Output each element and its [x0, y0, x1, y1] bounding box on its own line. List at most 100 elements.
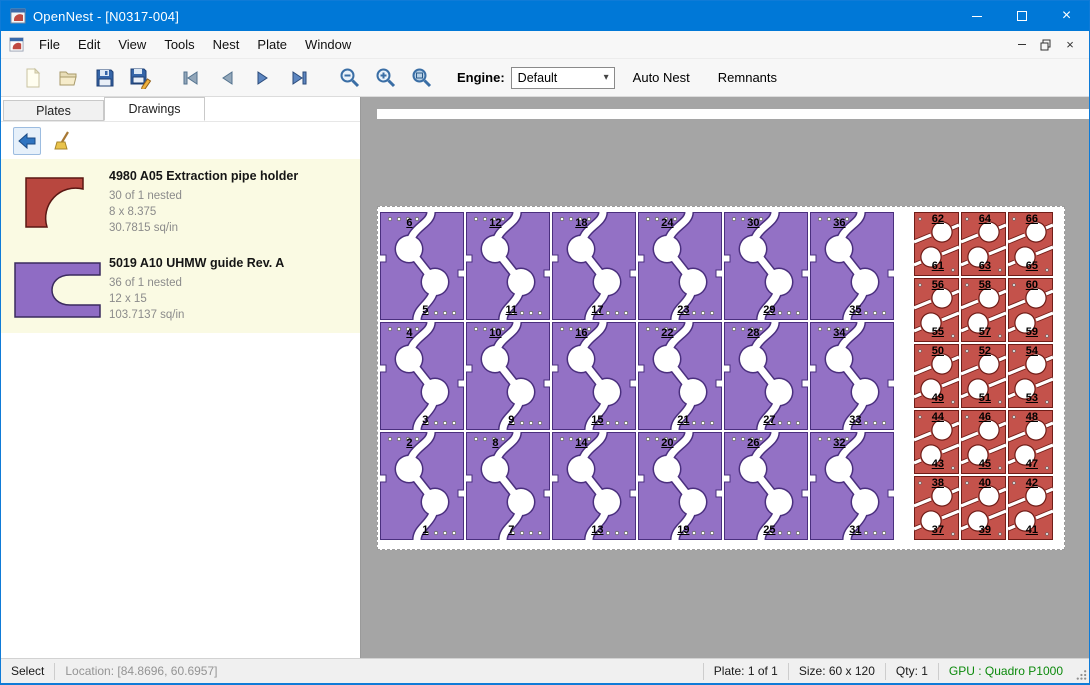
red-part-pair[interactable]: 6463 — [961, 212, 1006, 276]
nest-canvas[interactable]: 65 1211 1817 2423 3029 3635 43 109 1615 … — [361, 97, 1089, 658]
zoom-in-button[interactable] — [367, 62, 403, 94]
part-number: 50 — [932, 346, 944, 357]
resize-grip[interactable] — [1073, 659, 1089, 683]
purple-part-pair[interactable]: 43 — [380, 322, 464, 430]
red-part-pair[interactable]: 40 39 — [961, 476, 1006, 540]
remnants-button[interactable]: Remnants — [708, 64, 787, 91]
purple-part-pair[interactable]: 1211 — [466, 212, 550, 320]
red-part-pair[interactable]: 5049 — [914, 344, 959, 408]
drawing-list-item[interactable]: 4980 A05 Extraction pipe holder 30 of 1 … — [1, 159, 360, 246]
part-number: 12 — [489, 218, 501, 229]
part-number: 29 — [763, 305, 775, 316]
next-plate-button[interactable] — [245, 62, 281, 94]
part-number: 8 — [492, 438, 498, 449]
close-button[interactable]: × — [1044, 1, 1089, 31]
save-button[interactable] — [87, 62, 123, 94]
part-number: 40 — [979, 478, 991, 489]
last-plate-button[interactable] — [281, 62, 317, 94]
zoom-fit-button[interactable] — [403, 62, 439, 94]
menubar: File Edit View Tools Nest Plate Window × — [1, 31, 1089, 59]
tab-plates[interactable]: Plates — [3, 100, 104, 121]
purple-part-pair[interactable]: 2423 — [638, 212, 722, 320]
purple-part-pair[interactable]: 87 — [466, 432, 550, 540]
red-part-pair[interactable]: 5251 — [961, 344, 1006, 408]
red-part-pair[interactable]: 6665 — [1008, 212, 1053, 276]
open-button[interactable] — [51, 62, 87, 94]
purple-part-pair[interactable]: 3635 — [810, 212, 894, 320]
red-part-pair[interactable]: 5655 — [914, 278, 959, 342]
part-number: 39 — [979, 525, 991, 536]
drawing-area: 30.7815 sq/in — [109, 220, 298, 236]
purple-part-pair[interactable]: 1615 — [552, 322, 636, 430]
mdi-window-controls: × — [1011, 35, 1089, 55]
red-part-pair[interactable]: 6261 — [914, 212, 959, 276]
zoom-out-button[interactable] — [331, 62, 367, 94]
part-number: 26 — [747, 438, 759, 449]
menu-nest[interactable]: Nest — [204, 32, 249, 57]
red-part-pair[interactable]: 5857 — [961, 278, 1006, 342]
maximize-button[interactable] — [999, 1, 1044, 31]
mdi-close-button[interactable]: × — [1059, 35, 1081, 55]
part-number: 9 — [508, 415, 514, 426]
menu-window[interactable]: Window — [296, 32, 360, 57]
restore-icon — [1040, 39, 1052, 51]
status-qty: Qty: 1 — [886, 664, 938, 678]
purple-part-pair[interactable]: 3433 — [810, 322, 894, 430]
part-number: 44 — [932, 412, 944, 423]
menu-view[interactable]: View — [109, 32, 155, 57]
purple-part-pair[interactable]: 3029 — [724, 212, 808, 320]
part-number: 23 — [677, 305, 689, 316]
purple-part-pair[interactable]: 2221 — [638, 322, 722, 430]
new-button[interactable] — [15, 62, 51, 94]
mdi-minimize-button[interactable] — [1011, 35, 1033, 55]
clear-drawings-button[interactable] — [49, 127, 77, 155]
menu-tools[interactable]: Tools — [155, 32, 203, 57]
drawing-list-item[interactable]: 5019 A10 UHMW guide Rev. A 36 of 1 neste… — [1, 246, 360, 333]
red-part-pair[interactable]: 4241 — [1008, 476, 1053, 540]
tab-drawings[interactable]: Drawings — [104, 97, 205, 121]
menu-file[interactable]: File — [30, 32, 69, 57]
drawing-title: 4980 A05 Extraction pipe holder — [109, 169, 298, 183]
part-thumbnail — [7, 252, 109, 327]
drawings-list: 4980 A05 Extraction pipe holder 30 of 1 … — [1, 159, 360, 658]
menu-plate[interactable]: Plate — [248, 32, 296, 57]
menu-edit[interactable]: Edit — [69, 32, 109, 57]
red-part-pair[interactable]: 5453 — [1008, 344, 1053, 408]
red-part-pair[interactable]: 4645 — [961, 410, 1006, 474]
first-plate-button[interactable] — [173, 62, 209, 94]
red-part-pair[interactable]: 4847 — [1008, 410, 1053, 474]
part-number: 48 — [1026, 412, 1038, 423]
part-number: 13 — [591, 525, 603, 536]
part-number: 17 — [591, 305, 603, 316]
minimize-button[interactable] — [954, 1, 999, 31]
save-as-button[interactable] — [123, 62, 159, 94]
purple-part-pair[interactable]: 65 — [380, 212, 464, 320]
engine-select[interactable]: Default ▾ — [511, 67, 615, 89]
page-edge — [377, 109, 1089, 119]
purple-part-pair[interactable]: 3231 — [810, 432, 894, 540]
purple-part-pair[interactable]: 21 — [380, 432, 464, 540]
purple-part-pair[interactable]: 109 — [466, 322, 550, 430]
part-number: 19 — [677, 525, 689, 536]
purple-part-pair[interactable]: 26 25 — [724, 432, 808, 540]
part-number: 65 — [1026, 261, 1038, 272]
plate[interactable]: 65 1211 1817 2423 3029 3635 43 109 1615 … — [377, 206, 1065, 550]
zoom-out-icon — [338, 66, 361, 89]
part-number: 4 — [406, 328, 412, 339]
previous-plate-button[interactable] — [209, 62, 245, 94]
import-drawing-button[interactable] — [13, 127, 41, 155]
red-part-pair[interactable]: 6059 — [1008, 278, 1053, 342]
part-number: 56 — [932, 280, 944, 291]
purple-part-pair[interactable]: 2019 — [638, 432, 722, 540]
purple-part-pair[interactable]: 2827 — [724, 322, 808, 430]
red-part-pair[interactable]: 3837 — [914, 476, 959, 540]
part-number: 62 — [932, 214, 944, 225]
part-number: 54 — [1026, 346, 1038, 357]
auto-nest-button[interactable]: Auto Nest — [623, 64, 700, 91]
mdi-restore-button[interactable] — [1035, 35, 1057, 55]
purple-part-pair[interactable]: 1817 — [552, 212, 636, 320]
red-part-pair[interactable]: 4443 — [914, 410, 959, 474]
purple-part-pair[interactable]: 1413 — [552, 432, 636, 540]
part-number: 37 — [932, 525, 944, 536]
part-number: 25 — [763, 525, 775, 536]
